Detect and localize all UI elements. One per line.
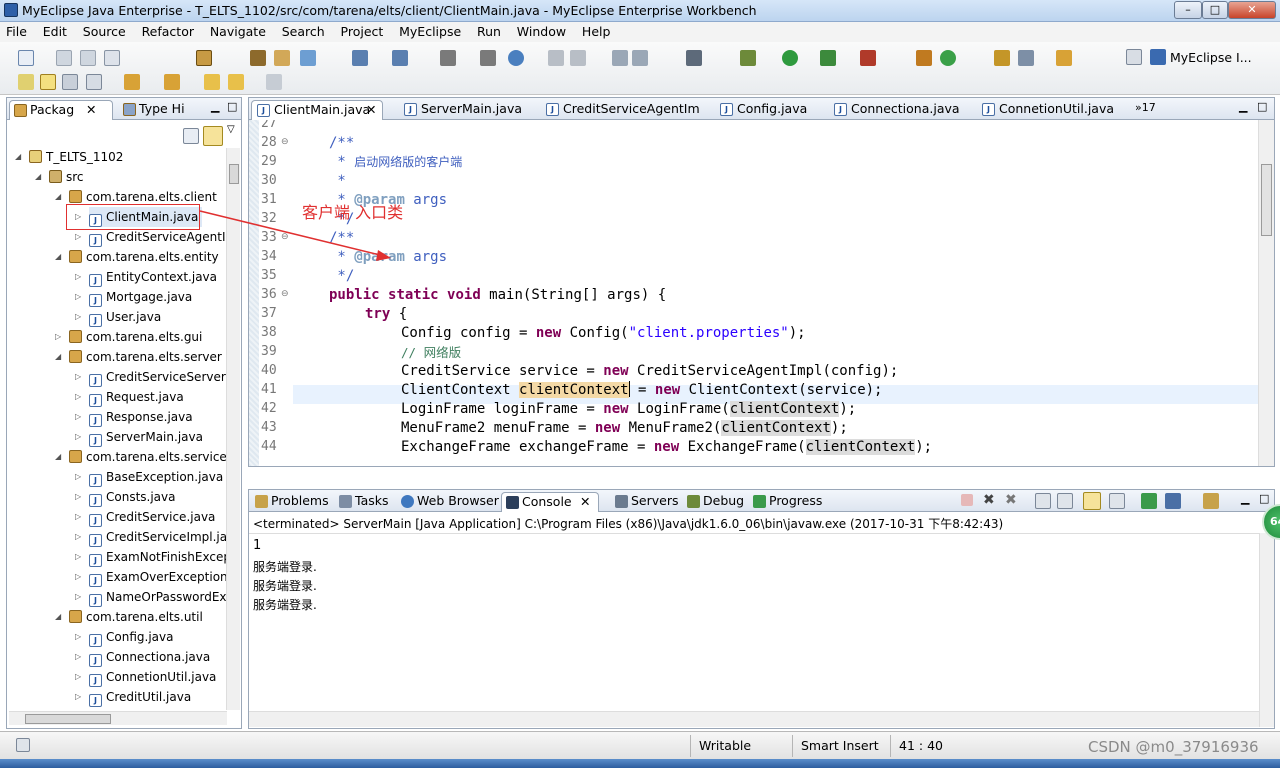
annotation-text: 客户端 入口类 <box>302 203 404 222</box>
annotation-arrow <box>199 210 391 261</box>
